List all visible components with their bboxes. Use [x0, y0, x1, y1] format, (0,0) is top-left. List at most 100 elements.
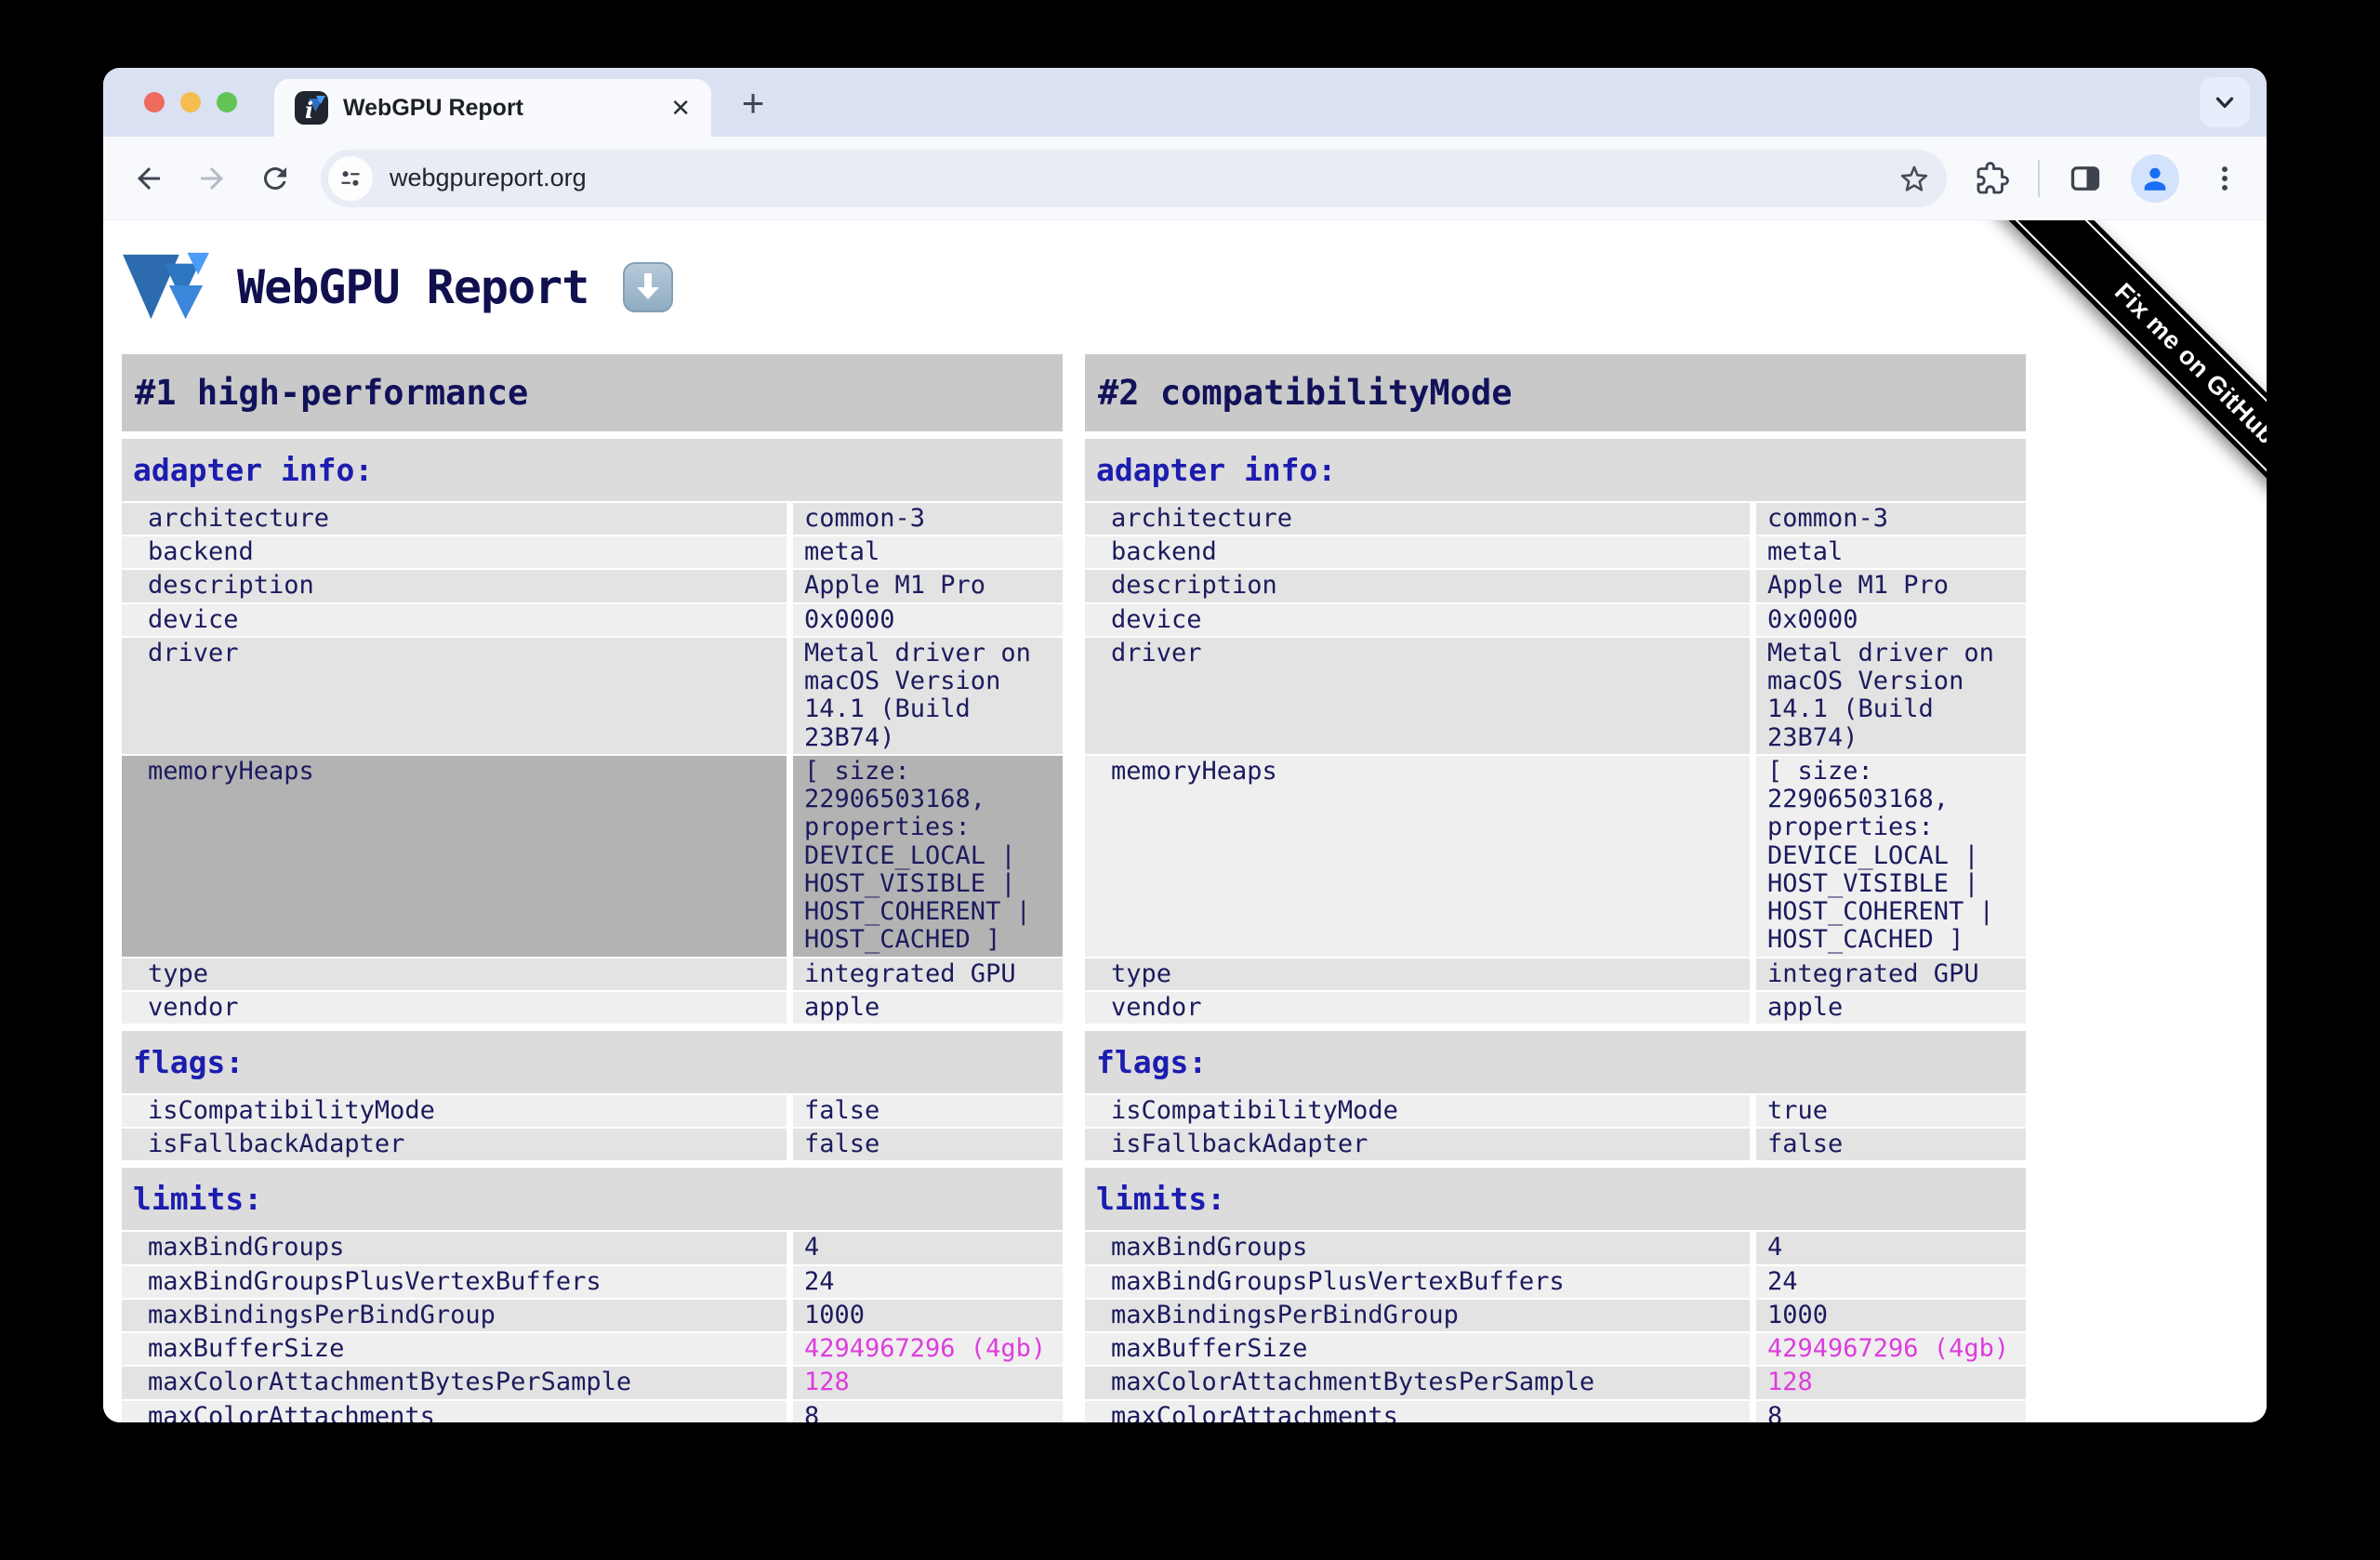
side-panel-icon: [2070, 165, 2100, 191]
browser-menu-button[interactable]: [2207, 161, 2242, 196]
row-value: 4294967296 (4gb): [1756, 1333, 2026, 1366]
table-row[interactable]: isCompatibilityMode false: [122, 1094, 1063, 1128]
tune-icon: [341, 170, 360, 186]
table-row[interactable]: vendor apple: [1085, 991, 2026, 1024]
table-row[interactable]: isFallbackAdapter false: [122, 1129, 1063, 1161]
section-header: limits:: [122, 1168, 1063, 1231]
row-key: maxColorAttachments: [122, 1400, 787, 1422]
table-row[interactable]: maxColorAttachments 8: [1085, 1400, 2026, 1422]
tab-favicon-icon: i: [295, 91, 328, 125]
table-row[interactable]: maxColorAttachmentBytesPerSample 128: [1085, 1367, 2026, 1399]
tab-strip: i WebGPU Report ✕ +: [103, 68, 2267, 137]
table-row[interactable]: maxBindingsPerBindGroup 1000: [1085, 1299, 2026, 1332]
new-tab-button[interactable]: +: [732, 81, 774, 125]
table-row[interactable]: description Apple M1 Pro: [122, 570, 1063, 602]
browser-toolbar: webgpureport.org: [103, 137, 2267, 220]
row-key: maxBindGroupsPlusVertexBuffers: [1085, 1265, 1750, 1298]
table-row[interactable]: maxBufferSize 4294967296 (4gb): [122, 1333, 1063, 1366]
url-text: webgpureport.org: [390, 164, 587, 192]
forward-arrow-icon: [201, 166, 223, 190]
download-report-button[interactable]: [622, 261, 674, 313]
maximize-window-button[interactable]: [217, 92, 237, 112]
row-value: false: [793, 1129, 1063, 1161]
reload-button[interactable]: [258, 161, 293, 196]
table-row[interactable]: type integrated GPU: [122, 958, 1063, 990]
table-row[interactable]: maxBindingsPerBindGroup 1000: [122, 1299, 1063, 1332]
row-value: Apple M1 Pro: [1756, 570, 2026, 602]
row-key: maxBindingsPerBindGroup: [122, 1299, 787, 1332]
table-row[interactable]: maxColorAttachmentBytesPerSample 128: [122, 1367, 1063, 1399]
section-header: adapter info:: [122, 439, 1063, 501]
back-arrow-icon: [138, 166, 160, 190]
row-key: vendor: [1085, 991, 1750, 1024]
back-button[interactable]: [131, 161, 166, 196]
row-key: isCompatibilityMode: [1085, 1094, 1750, 1128]
table-row[interactable]: maxColorAttachments 8: [122, 1400, 1063, 1422]
row-key: architecture: [1085, 503, 1750, 535]
table-row[interactable]: maxBindGroupsPlusVertexBuffers 24: [122, 1265, 1063, 1298]
minimize-window-button[interactable]: [180, 92, 201, 112]
svg-text:i: i: [305, 97, 313, 124]
row-value: [ size: 22906503168, properties: DEVICE_…: [1756, 755, 2026, 957]
row-value: 128: [793, 1367, 1063, 1399]
address-bar[interactable]: webgpureport.org: [321, 149, 1947, 207]
table-row[interactable]: description Apple M1 Pro: [1085, 570, 2026, 602]
row-value: false: [793, 1094, 1063, 1128]
table-row[interactable]: maxBufferSize 4294967296 (4gb): [1085, 1333, 2026, 1366]
table-row[interactable]: driver Metal driver on macOS Version 14.1…: [122, 637, 1063, 754]
browser-window: i WebGPU Report ✕ + webgpureport.org Fix…: [103, 68, 2267, 1422]
close-window-button[interactable]: [144, 92, 165, 112]
table-row[interactable]: backend metal: [122, 536, 1063, 569]
table-row[interactable]: architecture common-3: [1085, 503, 2026, 535]
row-value: metal: [1756, 536, 2026, 569]
person-icon: [2144, 167, 2166, 191]
side-panel-button[interactable]: [2068, 161, 2103, 196]
row-value: apple: [1756, 991, 2026, 1024]
row-value: [ size: 22906503168, properties: DEVICE_…: [793, 755, 1063, 957]
table-row[interactable]: device 0x0000: [1085, 603, 2026, 636]
row-value: 4294967296 (4gb): [793, 1333, 1063, 1366]
table-row[interactable]: isFallbackAdapter false: [1085, 1129, 2026, 1161]
row-key: isFallbackAdapter: [122, 1129, 787, 1161]
row-value: 0x0000: [793, 603, 1063, 636]
table-row[interactable]: memoryHeaps[ size: 22906503168, properti…: [1085, 755, 2026, 957]
row-key: isCompatibilityMode: [122, 1094, 787, 1128]
row-key: driver: [1085, 637, 1750, 754]
row-value: 1000: [793, 1299, 1063, 1332]
table-row[interactable]: type integrated GPU: [1085, 958, 2026, 990]
bookmark-star-icon[interactable]: [1898, 163, 1930, 194]
extensions-button[interactable]: [1975, 161, 2010, 196]
table-row[interactable]: isCompatibilityMode true: [1085, 1094, 2026, 1128]
table-row[interactable]: architecture common-3: [122, 503, 1063, 535]
row-key: device: [1085, 603, 1750, 636]
site-settings-button[interactable]: [328, 155, 373, 201]
section-header: adapter info:: [1085, 439, 2026, 501]
adapter-column-2: #2 compatibilityMode adapter info: archite…: [1085, 354, 2026, 1422]
table-row[interactable]: maxBindGroupsPlusVertexBuffers 24: [1085, 1265, 2026, 1298]
row-key: maxBindGroups: [122, 1232, 787, 1264]
table-row[interactable]: device 0x0000: [122, 603, 1063, 636]
row-key: memoryHeaps: [122, 755, 787, 957]
report-header: WebGPU Report: [122, 248, 2267, 326]
row-value: 24: [793, 1265, 1063, 1298]
row-value: 8: [1756, 1400, 2026, 1422]
row-key: maxBindGroups: [1085, 1232, 1750, 1264]
row-key: maxColorAttachments: [1085, 1400, 1750, 1422]
row-key: architecture: [122, 503, 787, 535]
table-row[interactable]: memoryHeaps[ size: 22906503168, properti…: [122, 755, 1063, 957]
row-key: driver: [122, 637, 787, 754]
row-value: 0x0000: [1756, 603, 2026, 636]
table-row[interactable]: driver Metal driver on macOS Version 14.1…: [1085, 637, 2026, 754]
table-row[interactable]: maxBindGroups 4: [122, 1232, 1063, 1264]
table-row[interactable]: vendor apple: [122, 991, 1063, 1024]
tab-close-icon[interactable]: ✕: [670, 96, 691, 120]
forward-button[interactable]: [194, 161, 230, 196]
table-row[interactable]: backend metal: [1085, 536, 2026, 569]
table-row[interactable]: maxBindGroups 4: [1085, 1232, 2026, 1264]
tab-search-button[interactable]: [2200, 77, 2250, 127]
profile-avatar[interactable]: [2131, 153, 2179, 203]
row-key: backend: [122, 536, 787, 569]
row-key: maxBufferSize: [1085, 1333, 1750, 1366]
row-value: metal: [793, 536, 1063, 569]
browser-tab[interactable]: i WebGPU Report ✕: [274, 79, 711, 137]
